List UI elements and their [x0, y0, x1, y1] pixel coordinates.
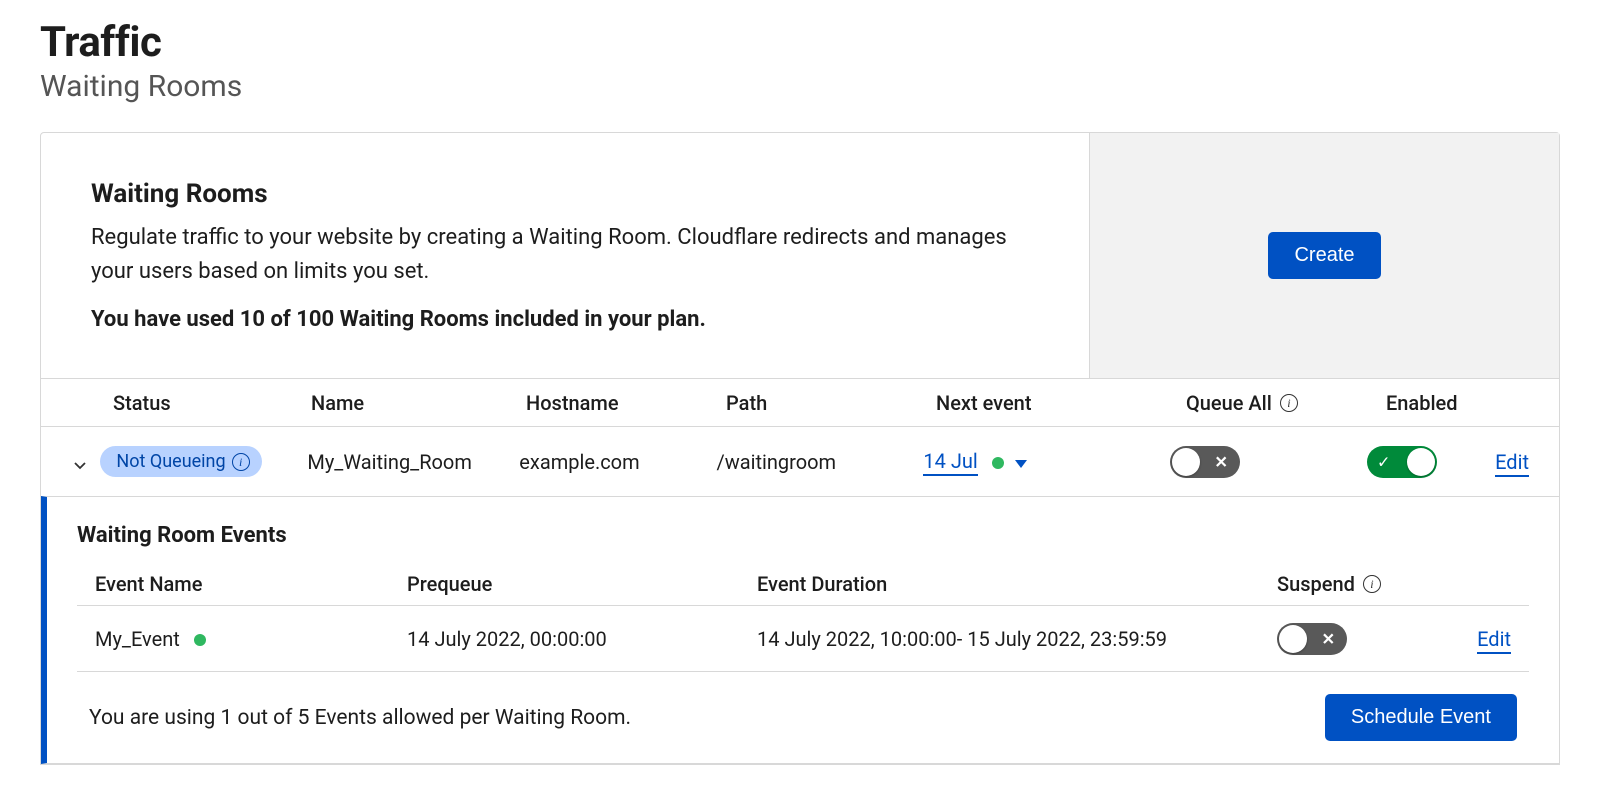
section-description: Regulate traffic to your website by crea… [91, 221, 1039, 289]
enabled-toggle[interactable]: ✓ [1367, 446, 1437, 478]
status-dot-icon [992, 457, 1004, 469]
events-title: Waiting Room Events [77, 523, 1529, 548]
col-header-name: Name [311, 391, 526, 415]
page-subtitle: Waiting Rooms [40, 69, 1560, 104]
waiting-rooms-card: Waiting Rooms Regulate traffic to your w… [40, 132, 1560, 765]
event-name: My_Event [95, 627, 180, 651]
edit-waiting-room-link[interactable]: Edit [1495, 450, 1529, 477]
queue-all-toggle[interactable]: ✕ [1170, 446, 1240, 478]
section-title: Waiting Rooms [91, 179, 1039, 209]
info-icon[interactable]: i [232, 453, 250, 471]
x-icon: ✕ [1214, 452, 1227, 471]
col-header-path: Path [726, 391, 936, 415]
suspend-toggle[interactable]: ✕ [1277, 623, 1347, 655]
events-table-header: Event Name Prequeue Event Duration Suspe… [77, 562, 1529, 606]
edit-event-link[interactable]: Edit [1477, 627, 1511, 654]
chevron-down-icon[interactable] [1013, 451, 1029, 475]
col-header-enabled: Enabled [1386, 391, 1516, 415]
next-event-link[interactable]: 14 Jul [923, 449, 977, 476]
cell-path: /waitingroom [716, 450, 923, 474]
col-header-duration: Event Duration [757, 572, 1277, 596]
status-label-text: Not Queueing [116, 451, 225, 472]
waiting-room-row: Not Queueing i My_Waiting_Room example.c… [41, 426, 1559, 496]
status-dot-icon [194, 634, 206, 646]
event-prequeue: 14 July 2022, 00:00:00 [407, 627, 757, 651]
expand-row-icon[interactable] [72, 454, 88, 470]
events-usage-text: You are using 1 out of 5 Events allowed … [89, 706, 1325, 730]
col-header-suspend: Suspend i [1277, 572, 1437, 596]
events-panel: Waiting Room Events Event Name Prequeue … [41, 496, 1559, 764]
status-badge: Not Queueing i [100, 446, 261, 477]
create-button[interactable]: Create [1268, 232, 1380, 279]
col-header-queue-all-label: Queue All [1186, 391, 1272, 415]
info-icon[interactable]: i [1280, 394, 1298, 412]
check-icon: ✓ [1377, 452, 1390, 471]
col-header-status: Status [101, 391, 311, 415]
waiting-rooms-table-header: Status Name Hostname Path Next event Que… [41, 378, 1559, 426]
event-duration: 14 July 2022, 10:00:00- 15 July 2022, 23… [757, 627, 1277, 651]
cell-name: My_Waiting_Room [307, 450, 519, 474]
col-header-hostname: Hostname [526, 391, 726, 415]
x-icon: ✕ [1322, 629, 1335, 648]
col-header-suspend-label: Suspend [1277, 572, 1355, 596]
cell-hostname: example.com [519, 450, 716, 474]
info-icon[interactable]: i [1363, 575, 1381, 593]
col-header-next-event: Next event [936, 391, 1186, 415]
usage-text: You have used 10 of 100 Waiting Rooms in… [91, 307, 1039, 332]
event-row: My_Event 14 July 2022, 00:00:00 14 July … [77, 606, 1529, 672]
col-header-queue-all: Queue All i [1186, 391, 1386, 415]
schedule-event-button[interactable]: Schedule Event [1325, 694, 1517, 741]
page-title: Traffic [40, 18, 1560, 67]
col-header-event-name: Event Name [77, 572, 407, 596]
col-header-prequeue: Prequeue [407, 572, 757, 596]
